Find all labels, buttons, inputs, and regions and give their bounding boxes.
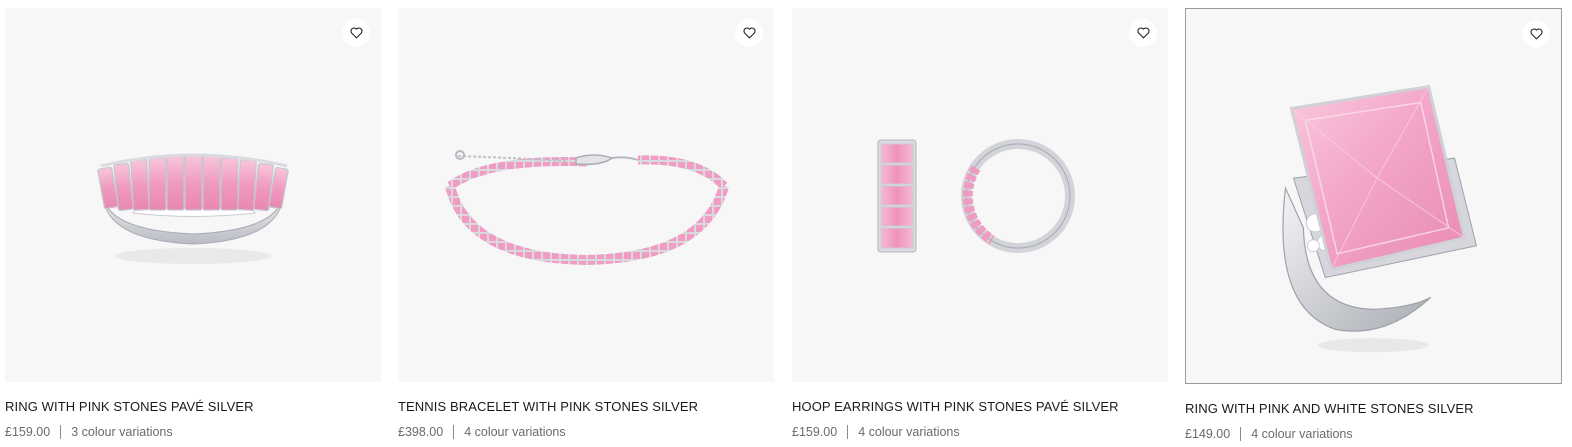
product-meta: £159.00 3 colour variations [5, 424, 381, 440]
colour-variations: 4 colour variations [1251, 427, 1353, 441]
product-price: £149.00 [1185, 427, 1231, 441]
divider [60, 425, 62, 439]
product-meta: £398.00 4 colour variations [398, 424, 774, 440]
product-image[interactable] [398, 8, 774, 382]
tennis-bracelet-image [445, 150, 729, 266]
ring-pink-white-stones-image [1282, 84, 1478, 353]
product-card[interactable]: TENNIS BRACELET WITH PINK STONES SILVER … [398, 8, 774, 440]
product-price: £159.00 [5, 425, 51, 439]
heart-icon [743, 27, 755, 39]
ring-pink-stones-image [97, 153, 289, 264]
colour-variations: 3 colour variations [71, 425, 173, 439]
product-title[interactable]: TENNIS BRACELET WITH PINK STONES SILVER [398, 399, 774, 415]
product-card[interactable]: HOOP EARRINGS WITH PINK STONES PAVÉ SILV… [792, 8, 1168, 440]
heart-icon [350, 27, 362, 39]
product-card[interactable]: RING WITH PINK STONES PAVÉ SILVER £159.0… [5, 8, 381, 440]
heart-icon [1530, 28, 1542, 40]
divider [1240, 427, 1242, 441]
product-card[interactable]: RING WITH PINK AND WHITE STONES SILVER £… [1185, 8, 1562, 442]
wishlist-button[interactable] [1522, 20, 1550, 48]
colour-variations: 4 colour variations [464, 425, 566, 439]
wishlist-button[interactable] [342, 19, 370, 47]
hoop-earrings-image [877, 139, 1075, 253]
product-image[interactable] [792, 8, 1168, 382]
colour-variations: 4 colour variations [858, 425, 960, 439]
product-image[interactable] [1185, 8, 1562, 384]
product-title[interactable]: HOOP EARRINGS WITH PINK STONES PAVÉ SILV… [792, 399, 1168, 415]
product-title[interactable]: RING WITH PINK AND WHITE STONES SILVER [1185, 401, 1561, 417]
divider [847, 425, 849, 439]
product-image[interactable] [5, 8, 381, 382]
product-price: £398.00 [398, 425, 444, 439]
product-title[interactable]: RING WITH PINK STONES PAVÉ SILVER [5, 399, 381, 415]
wishlist-button[interactable] [735, 19, 763, 47]
divider [453, 425, 455, 439]
wishlist-button[interactable] [1129, 19, 1157, 47]
product-price: £159.00 [792, 425, 838, 439]
product-meta: £149.00 4 colour variations [1185, 426, 1561, 442]
heart-icon [1137, 27, 1149, 39]
product-grid: RING WITH PINK STONES PAVÉ SILVER £159.0… [0, 0, 1572, 447]
product-meta: £159.00 4 colour variations [792, 424, 1168, 440]
